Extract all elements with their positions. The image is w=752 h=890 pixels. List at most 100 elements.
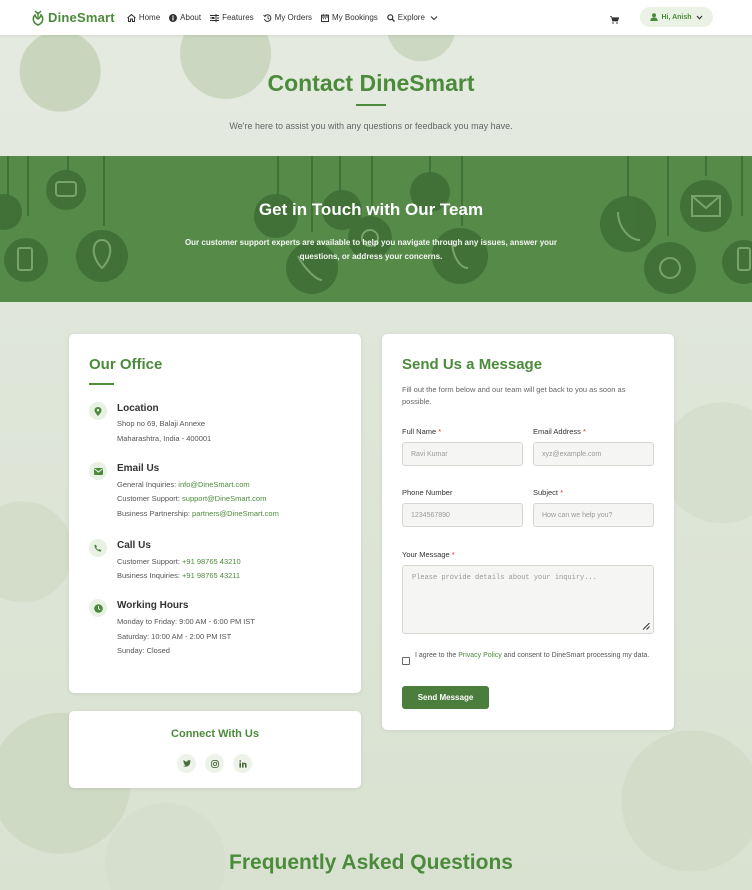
form-title: Send Us a Message <box>402 356 543 373</box>
banner-text: Our customer support experts are availab… <box>184 238 558 261</box>
resize-handle-icon[interactable] <box>641 621 650 630</box>
required-mark: * <box>560 488 564 497</box>
nav-link-label: About <box>180 13 202 22</box>
hours-title: Working Hours <box>117 600 189 611</box>
twitter-button[interactable] <box>177 754 196 773</box>
support-email-label: Customer Support: <box>117 494 183 503</box>
location-title: Location <box>117 403 159 414</box>
linkedin-button[interactable] <box>233 754 252 773</box>
hours-sunday: Sunday: Closed <box>117 646 170 655</box>
home-icon <box>126 13 136 22</box>
partner-email-label: Business Partnership: <box>117 509 193 518</box>
page-title: Contact DineSmart <box>267 70 475 96</box>
nav-link-about[interactable]: About <box>169 13 201 22</box>
phone-label: Phone Number <box>402 488 453 497</box>
privacy-policy-link[interactable]: Privacy Policy <box>458 652 502 659</box>
customer-support-email: Customer Support: support@DineSmart.com <box>117 494 266 503</box>
phone-icon <box>89 539 107 557</box>
support-phone-link[interactable]: +91 98765 43210 <box>182 557 241 566</box>
email-input[interactable]: xyz@example.com <box>533 442 654 466</box>
call-title: Call Us <box>117 540 151 551</box>
nav-link-home[interactable]: Home <box>126 13 161 22</box>
general-inquiries: General Inquiries: info@DineSmart.com <box>117 480 250 489</box>
connect-card: Connect With Us <box>69 711 361 788</box>
support-phone: Customer Support: +91 98765 43210 <box>117 557 241 566</box>
phone-input[interactable]: 1234567890 <box>402 503 523 527</box>
privacy-consent-checkbox[interactable] <box>402 657 410 665</box>
office-title: Our Office <box>89 356 163 373</box>
chevron-down-icon <box>430 15 438 20</box>
nav-link-label: My Bookings <box>332 13 378 22</box>
instagram-icon <box>210 759 219 768</box>
user-icon <box>650 13 659 21</box>
leaf-logo-icon <box>32 10 44 26</box>
general-inquiries-label: General Inquiries: <box>117 480 179 489</box>
general-email-link[interactable]: info@DineSmart.com <box>178 480 249 489</box>
full-name-label: Full Name * <box>402 427 441 436</box>
nav-links: Home About Features My Orders My Booking… <box>126 13 450 22</box>
chevron-down-icon <box>696 15 702 20</box>
title-underline <box>356 104 386 106</box>
nav-link-label: Features <box>222 13 254 22</box>
hours-saturday: Saturday: 10:00 AM - 2:00 PM IST <box>117 632 232 641</box>
linkedin-icon <box>238 759 247 768</box>
full-name-label-text: Full Name <box>402 427 439 436</box>
search-icon <box>386 13 395 22</box>
nav-link-label: Home <box>138 13 161 22</box>
brand-name: DineSmart <box>48 10 115 25</box>
brand-logo[interactable]: DineSmart <box>31 10 115 26</box>
twitter-icon <box>182 760 191 767</box>
nav-link-my-bookings[interactable]: My Bookings <box>321 13 378 22</box>
message-textarea[interactable]: Please provide details about your inquir… <box>402 565 654 634</box>
cart-button[interactable] <box>610 11 620 29</box>
message-placeholder: Please provide details about your inquir… <box>412 574 597 582</box>
partner-email-link[interactable]: partners@DineSmart.com <box>192 509 279 518</box>
business-phone-label: Business Inquiries: <box>117 571 183 580</box>
subject-input[interactable]: How can we help you? <box>533 503 654 527</box>
send-message-button[interactable]: Send Message <box>402 686 489 709</box>
subject-label-text: Subject <box>533 488 561 497</box>
message-label-text: Your Message <box>402 550 452 559</box>
nav-link-my-orders[interactable]: My Orders <box>262 13 312 22</box>
cart-icon <box>610 16 620 24</box>
consent-suffix: and consent to DineSmart processing my d… <box>501 652 650 659</box>
contact-banner: Get in Touch with Our Team Our customer … <box>0 156 752 302</box>
navbar: DineSmart Home About Features My Orders … <box>0 0 752 35</box>
office-title-underline <box>89 383 114 385</box>
business-partnership-email: Business Partnership: partners@DineSmart… <box>117 509 279 518</box>
page-subtitle: We're here to assist you with any questi… <box>229 121 513 131</box>
faq-heading: Frequently Asked Questions <box>229 851 513 874</box>
map-pin-icon <box>89 402 107 420</box>
connect-title: Connect With Us <box>171 728 259 740</box>
envelope-icon <box>89 462 107 480</box>
calendar-icon <box>321 13 329 22</box>
business-phone-link[interactable]: +91 98765 43211 <box>182 571 240 580</box>
nav-link-label: Explore <box>397 13 425 22</box>
nav-link-explore[interactable]: Explore <box>386 13 441 22</box>
required-mark: * <box>438 427 442 436</box>
address-line-1: Shop no 69, Balaji Annexe <box>117 419 205 428</box>
full-name-input[interactable]: Ravi Kumar <box>402 442 523 466</box>
form-intro: Fill out the form below and our team wil… <box>402 385 626 406</box>
hanging-contact-icons-decoration <box>0 156 752 294</box>
business-phone: Business Inquiries: +91 98765 43211 <box>117 571 240 580</box>
privacy-consent-text: I agree to the Privacy Policy and consen… <box>415 650 660 661</box>
required-mark: * <box>583 427 586 436</box>
subject-label: Subject * <box>533 488 563 497</box>
history-icon <box>262 13 271 22</box>
sliders-icon <box>210 14 220 21</box>
message-form-card: Send Us a Message Fill out the form belo… <box>382 334 674 730</box>
email-label: Email Address * <box>533 427 586 436</box>
instagram-button[interactable] <box>205 754 224 773</box>
message-label: Your Message * <box>402 550 455 559</box>
nav-link-features[interactable]: Features <box>210 13 254 22</box>
info-icon <box>169 13 178 22</box>
nav-link-label: My Orders <box>274 13 312 22</box>
support-email-link[interactable]: support@DineSmart.com <box>182 494 266 503</box>
required-mark: * <box>451 550 455 559</box>
clock-icon <box>89 599 107 617</box>
social-links <box>177 754 261 773</box>
office-card: Our Office Location Shop no 69, Balaji A… <box>69 334 361 693</box>
user-menu[interactable]: Hi, Anish <box>640 7 713 27</box>
support-phone-label: Customer Support: <box>117 557 183 566</box>
